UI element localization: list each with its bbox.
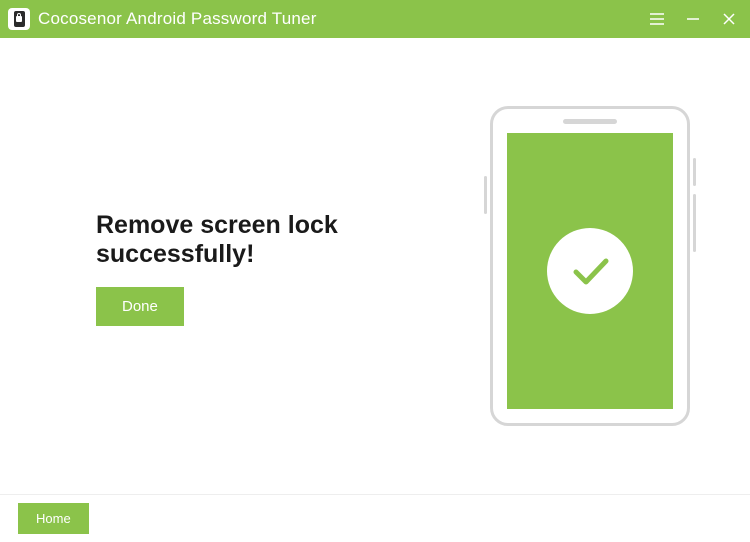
app-title: Cocosenor Android Password Tuner bbox=[38, 9, 317, 29]
app-icon bbox=[8, 8, 30, 30]
phone-lock-icon bbox=[14, 11, 25, 27]
menu-icon bbox=[650, 13, 664, 25]
minimize-icon bbox=[686, 12, 700, 26]
phone-illustration bbox=[490, 106, 690, 426]
minimize-button[interactable] bbox=[684, 10, 702, 28]
done-button[interactable]: Done bbox=[96, 287, 184, 326]
message-area: Remove screen lock successfully! Done bbox=[96, 207, 460, 326]
titlebar: Cocosenor Android Password Tuner bbox=[0, 0, 750, 38]
close-icon bbox=[722, 12, 736, 26]
success-heading: Remove screen lock successfully! bbox=[96, 211, 460, 269]
phone-side-button-right-2 bbox=[693, 194, 696, 252]
phone-screen bbox=[507, 133, 673, 409]
phone-side-button-left bbox=[484, 176, 487, 214]
titlebar-controls bbox=[648, 10, 738, 28]
close-button[interactable] bbox=[720, 10, 738, 28]
check-icon bbox=[566, 247, 614, 295]
main-content: Remove screen lock successfully! Done bbox=[0, 38, 750, 494]
phone-speaker bbox=[563, 119, 617, 124]
titlebar-left: Cocosenor Android Password Tuner bbox=[8, 8, 317, 30]
home-button[interactable]: Home bbox=[18, 503, 89, 534]
success-check-circle bbox=[547, 228, 633, 314]
phone-body bbox=[490, 106, 690, 426]
footer: Home bbox=[0, 494, 750, 542]
phone-side-button-right-1 bbox=[693, 158, 696, 186]
menu-button[interactable] bbox=[648, 10, 666, 28]
